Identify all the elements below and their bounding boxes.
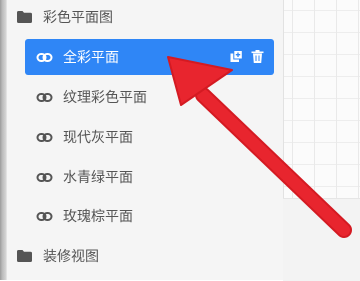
tree-item-full-color-plan[interactable]: 全彩平面 — [25, 39, 274, 75]
tree-group-decoration-view[interactable]: 装修视图 — [7, 245, 99, 267]
tree-group-label: 彩色平面图 — [43, 10, 113, 26]
tree-item-modern-gray-plan[interactable]: 现代灰平面 — [25, 119, 274, 155]
tree-item-label: 玫瑰棕平面 — [63, 209, 133, 225]
item-actions — [230, 50, 264, 63]
tree-item-rose-brown-plan[interactable]: 玫瑰棕平面 — [25, 198, 274, 234]
tree-item-label: 纹理彩色平面 — [63, 90, 147, 106]
link-icon — [36, 132, 53, 142]
tree-item-aqua-green-plan[interactable]: 水青绿平面 — [25, 159, 274, 195]
link-icon — [36, 211, 53, 221]
tree-group-label: 装修视图 — [43, 249, 99, 265]
tree-item-texture-color-plan[interactable]: 纹理彩色平面 — [25, 79, 274, 115]
link-icon — [36, 52, 53, 62]
tree-group-color-plan[interactable]: 彩色平面图 — [7, 6, 113, 28]
window-edge — [0, 0, 7, 280]
link-icon — [36, 92, 53, 102]
trash-icon[interactable] — [251, 50, 264, 63]
copy-icon[interactable] — [230, 50, 243, 63]
canvas-lower-area — [283, 198, 360, 281]
tree-item-label: 全彩平面 — [63, 50, 119, 66]
tree-item-label: 水青绿平面 — [63, 170, 133, 186]
tree-item-label: 现代灰平面 — [63, 130, 133, 146]
folder-icon — [17, 11, 32, 23]
folder-icon — [17, 250, 32, 262]
link-icon — [36, 172, 53, 182]
